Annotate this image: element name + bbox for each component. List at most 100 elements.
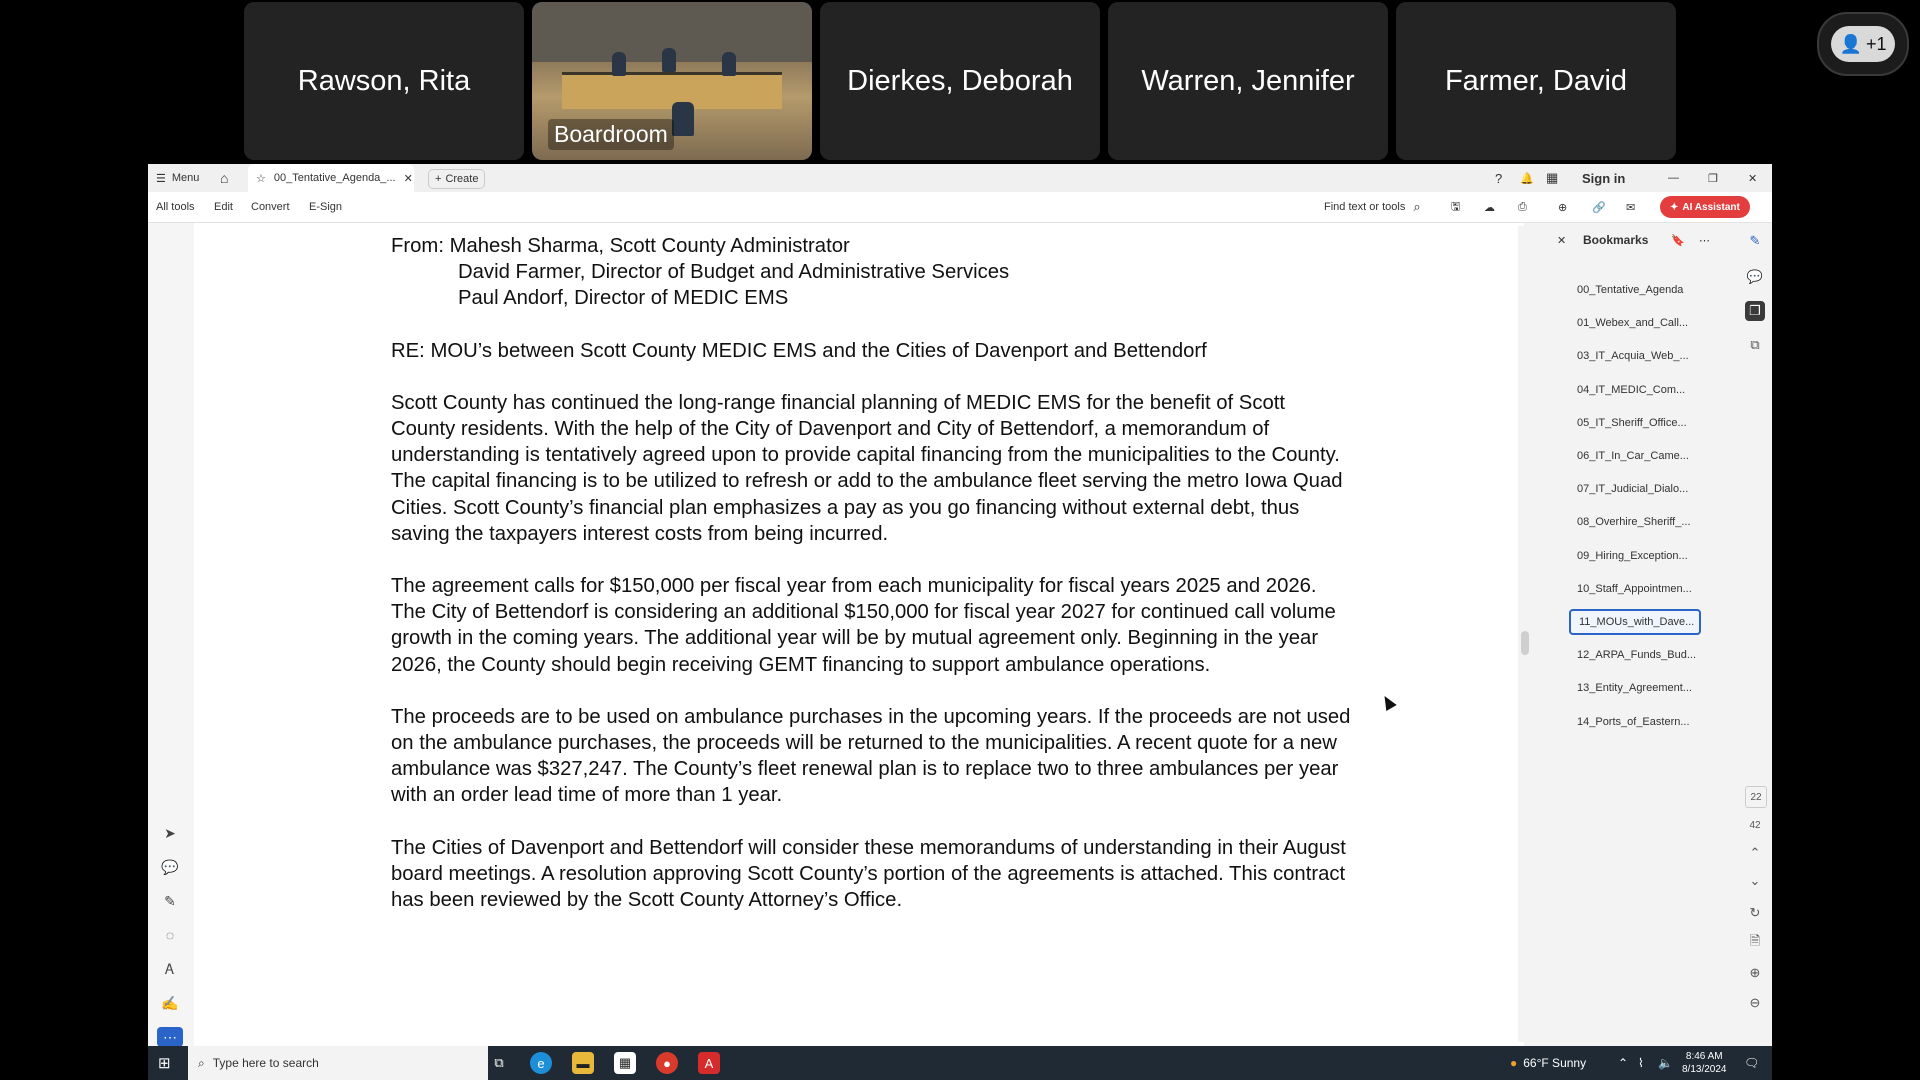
participant-name: Boardroom [548,119,674,150]
bookmark-item[interactable]: 09_Hiring_Exception... [1569,543,1701,569]
edit-pdf-icon[interactable]: ✎ [1745,231,1765,251]
menu-button[interactable]: ☰ Menu [156,164,199,192]
save-icon[interactable]: 🖫 [1451,192,1460,222]
taskbar-search[interactable]: ⌕ Type here to search [188,1046,488,1080]
page-fit-icon[interactable]: 🗎 [1745,933,1765,953]
ai-assistant-button[interactable]: ✦ AI Assistant [1660,196,1750,218]
help-icon[interactable]: ? [1495,164,1502,192]
document-tab[interactable]: ☆ 00_Tentative_Agenda_... ✕ [248,164,414,192]
bookmarks-icon[interactable]: ❐ [1745,301,1765,321]
maximize-icon[interactable]: ❐ [1708,164,1718,192]
star-icon[interactable]: ☆ [256,172,266,185]
bookmark-item[interactable]: 01_Webex_and_Call... [1569,310,1701,336]
more-participants-button[interactable]: 👤 +1 [1817,12,1909,76]
search-icon: ⌕ [1413,199,1421,214]
tab-title: 00_Tentative_Agenda_... [273,172,396,184]
mail-icon[interactable]: ✉ [1626,192,1635,222]
find-tools-field[interactable]: Find text or tools ⌕ [1324,192,1421,222]
minimize-icon[interactable]: — [1668,164,1679,192]
sign-in-button[interactable]: Sign in [1582,164,1625,192]
person-icon: 👤 [1839,33,1862,54]
text-select-icon[interactable]: Ꭺ [160,959,180,979]
rotate-icon[interactable]: ↻ [1745,903,1765,923]
bookmark-item[interactable]: 10_Staff_Appointmen... [1569,576,1701,602]
pages-icon[interactable]: ⧉ [1745,335,1765,355]
file-explorer-icon[interactable]: ▬ [572,1052,594,1074]
select-arrow-icon[interactable]: ➤ [160,823,180,843]
zoom-in-icon[interactable]: ⊕ [1745,963,1765,983]
bookmark-item[interactable]: 11_MOUs_with_Dave... [1569,609,1701,635]
start-button[interactable]: ⊞ [158,1046,171,1080]
current-page-number[interactable]: 22 [1745,786,1767,808]
ai-assistant-label: AI Assistant [1682,201,1740,213]
zoom-out-icon[interactable]: ⊖ [1745,993,1765,1013]
pdf-viewer-window: ☰ Menu ⌂ ☆ 00_Tentative_Agenda_... ✕ + C… [148,164,1772,1047]
from-line: David Farmer, Director of Budget and Adm… [458,261,1010,284]
print-icon[interactable]: ⎙ [1518,192,1527,222]
close-icon[interactable]: ✕ [404,172,413,185]
comment-icon[interactable]: 💬 [160,857,180,877]
bookmark-item[interactable]: 06_IT_In_Car_Came... [1569,443,1701,469]
comments-icon[interactable]: 💬 [1745,267,1765,287]
window-close-icon[interactable]: ✕ [1748,164,1757,192]
all-tools-tab[interactable]: All tools [156,192,195,222]
participant-tile-dierkes[interactable]: Dierkes, Deborah [820,2,1100,160]
chevron-up-icon[interactable]: ⌃ [1745,843,1765,863]
network-icon[interactable]: ⌇ [1638,1046,1644,1080]
boardroom-desk [562,72,782,109]
clock-date: 8/13/2024 [1682,1064,1727,1075]
store-icon[interactable]: ▦ [614,1052,636,1074]
stamp-icon[interactable]: ✍ [160,993,180,1013]
left-tool-rail: ➤ 💬 ✎ ◌ Ꭺ ✍ ⋯ [148,223,194,1047]
bookmark-item[interactable]: 00_Tentative_Agenda [1569,277,1701,303]
share-icon[interactable]: ⊕ [1558,192,1567,222]
title-bar: ☰ Menu ⌂ ☆ 00_Tentative_Agenda_... ✕ + C… [148,164,1772,193]
convert-tab[interactable]: Convert [251,192,290,222]
participant-tile-farmer[interactable]: Farmer, David [1396,2,1676,160]
acrobat-icon[interactable]: A [698,1052,720,1074]
tray-chevron-icon[interactable]: ⌃ [1618,1046,1628,1080]
scrollbar-thumb[interactable] [1521,631,1529,655]
esign-tab[interactable]: E-Sign [309,192,342,222]
bookmark-item[interactable]: 04_IT_MEDIC_Com... [1569,377,1701,403]
bookmarks-title: Bookmarks [1583,233,1649,247]
participant-tile-boardroom[interactable]: Boardroom [532,2,812,160]
volume-icon[interactable]: 🔈 [1658,1046,1673,1080]
clock[interactable]: 8:46 AM 8/13/2024 [1682,1046,1727,1080]
more-tools-icon[interactable]: ⋯ [157,1027,183,1047]
home-icon[interactable]: ⌂ [220,164,228,192]
apps-grid-icon[interactable]: ▦ [1546,164,1558,192]
bookmark-item[interactable]: 13_Entity_Agreement... [1569,675,1701,701]
bell-icon[interactable]: 🔔 [1520,164,1534,192]
pen-icon[interactable]: ✎ [160,891,180,911]
menu-label: Menu [171,172,200,184]
participants-count: +1 [1865,33,1887,54]
total-pages: 42 [1749,819,1761,831]
task-view-icon[interactable]: ⧉ [488,1052,510,1074]
bookmark-item[interactable]: 08_Overhire_Sheriff_... [1569,509,1701,535]
add-bookmark-icon[interactable]: 🔖 [1671,223,1685,257]
bookmark-item[interactable]: 05_IT_Sheriff_Office... [1569,410,1701,436]
bookmark-item[interactable]: 07_IT_Judicial_Dialo... [1569,476,1701,502]
create-button[interactable]: + Create [428,169,486,189]
participant-tile-rawson[interactable]: Rawson, Rita [244,2,524,160]
edge-icon[interactable]: e [530,1052,552,1074]
search-placeholder: Type here to search [212,1056,319,1070]
lasso-icon[interactable]: ◌ [160,925,180,945]
edit-tab[interactable]: Edit [214,192,233,222]
bookmark-item[interactable]: 14_Ports_of_Eastern... [1569,709,1701,735]
bookmark-item[interactable]: 12_ARPA_Funds_Bud... [1569,642,1701,668]
link-icon[interactable]: 🔗 [1592,192,1606,222]
vertical-scrollbar[interactable] [1518,226,1532,1042]
weather-widget[interactable]: ● 66°F Sunny [1510,1046,1586,1080]
from-line: From: Mahesh Sharma, Scott County Admini… [391,235,850,257]
notifications-icon[interactable]: 🗨 [1744,1046,1759,1080]
bookmark-item[interactable]: 03_IT_Acquia_Web_... [1569,343,1701,369]
chevron-down-icon[interactable]: ⌄ [1745,871,1765,891]
bookmarks-panel: ✕ Bookmarks 🔖 ⋯ 00_Tentative_Agenda 01_We… [1533,223,1723,1046]
more-options-icon[interactable]: ⋯ [1699,223,1710,257]
close-icon[interactable]: ✕ [1557,223,1566,257]
upload-cloud-icon[interactable]: ☁ [1484,192,1495,222]
chrome-icon[interactable]: ● [656,1052,678,1074]
participant-tile-warren[interactable]: Warren, Jennifer [1108,2,1388,160]
